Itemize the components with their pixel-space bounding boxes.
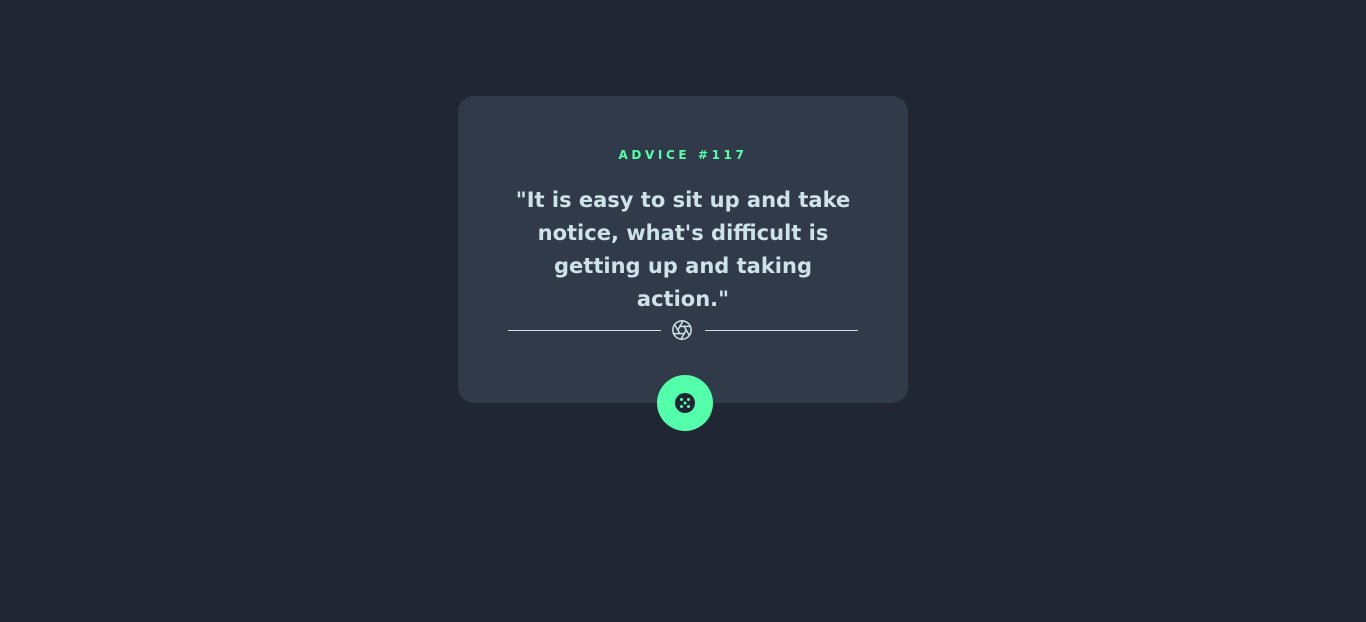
advice-quote: "It is easy to sit up and take notice, w… <box>515 188 851 311</box>
advice-card: ADVICE #117 "It is easy to sit up and ta… <box>458 96 908 403</box>
new-advice-button[interactable] <box>657 375 713 431</box>
page: ADVICE #117 "It is easy to sit up and ta… <box>0 0 1366 622</box>
divider-line-left <box>508 330 661 331</box>
aperture-icon <box>671 319 693 341</box>
divider <box>508 318 858 342</box>
divider-line-right <box>705 330 858 331</box>
advice-id: ADVICE #117 <box>618 148 748 162</box>
dice-icon <box>675 393 695 413</box>
